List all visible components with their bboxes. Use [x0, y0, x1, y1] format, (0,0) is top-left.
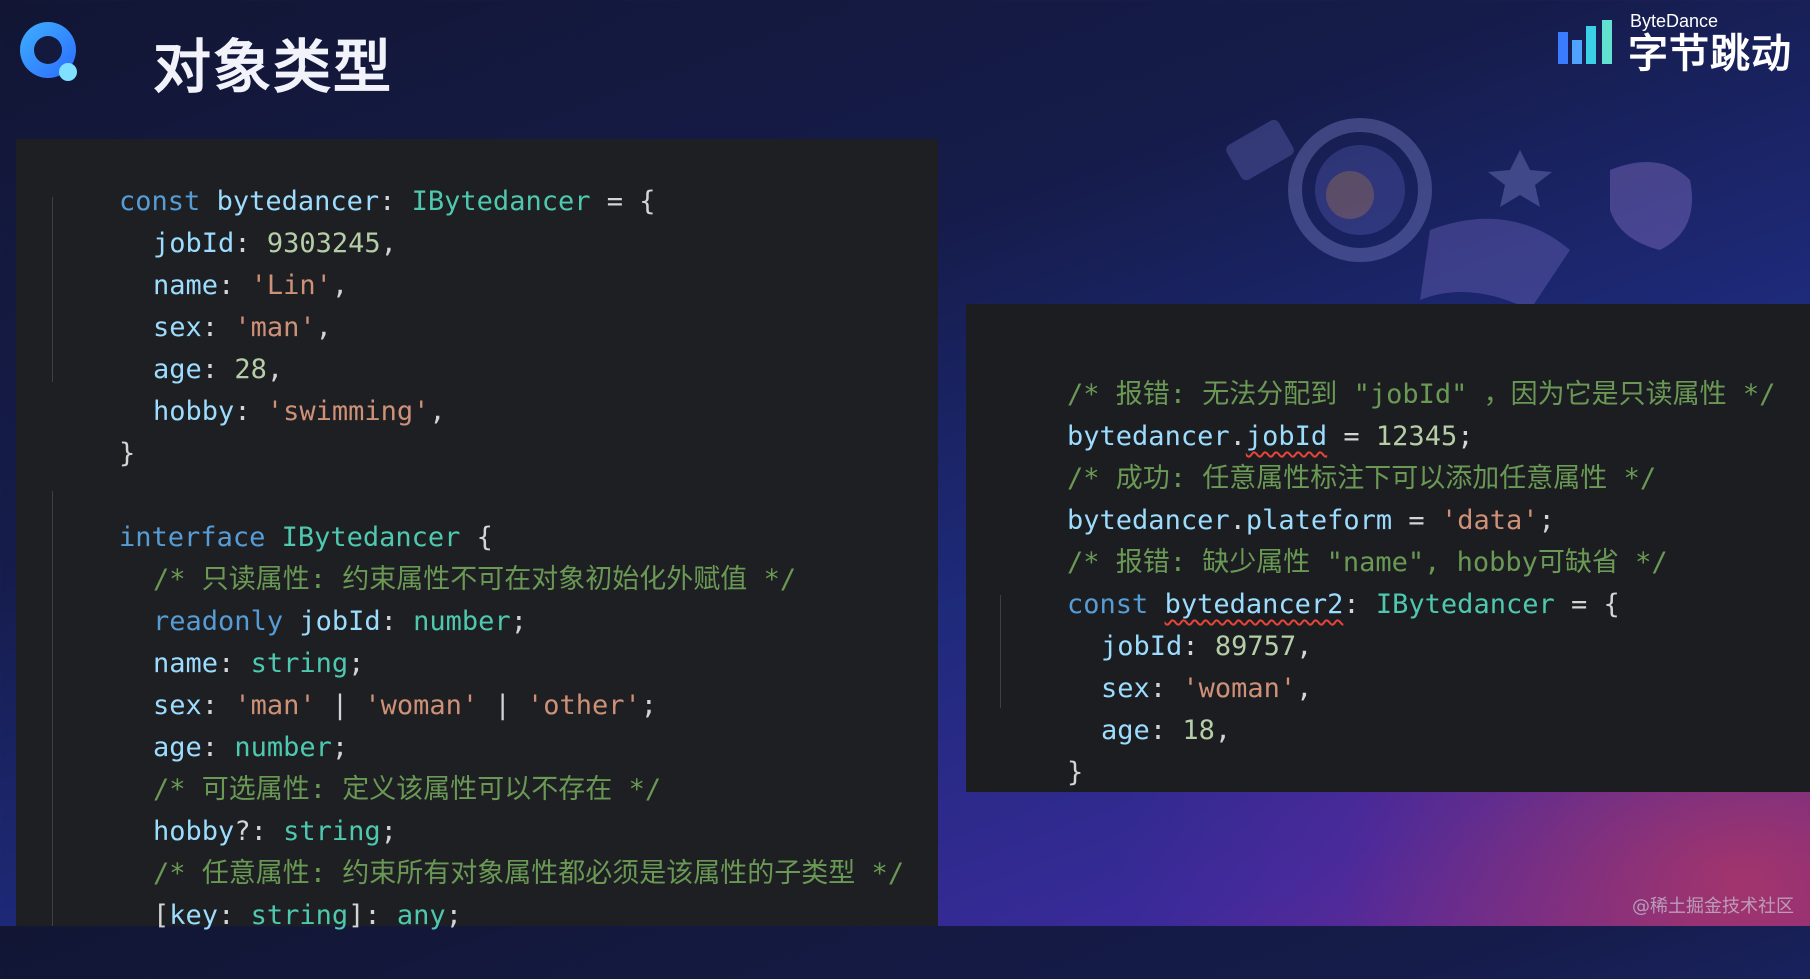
code-line: sex: 'man',	[153, 312, 332, 343]
code-line: interface IBytedancer {	[119, 522, 493, 553]
code-comment: /* 报错: 缺少属性 "name", hobby可缺省 */	[1067, 547, 1668, 578]
code-line: [key: string]: any;	[153, 900, 462, 931]
app-logo-icon	[20, 22, 77, 81]
code-line: }	[119, 438, 136, 469]
code-comment: /* 只读属性: 约束属性不可在对象初始化外赋值 */	[153, 564, 797, 595]
code-panel-object-definition: const bytedancer: IBytedancer = { jobId:…	[16, 139, 938, 931]
code-comment: /* 成功: 任意属性标注下可以添加任意属性 */	[1067, 463, 1657, 494]
bytedance-logo: ByteDance 字节跳动	[1556, 8, 1792, 78]
code-line: sex: 'woman',	[1101, 673, 1313, 704]
indent-guide	[52, 491, 53, 926]
brand-name-en: ByteDance	[1630, 11, 1719, 31]
code-line: name: 'Lin',	[153, 270, 349, 301]
code-line: age: 28,	[153, 354, 284, 385]
indent-guide	[52, 197, 53, 382]
code-comment: /* 可选属性: 定义该属性可以不存在 */	[153, 774, 662, 805]
code-line: sex: 'man' | 'woman' | 'other';	[153, 690, 658, 721]
code-line: age: number;	[153, 732, 349, 763]
brand-name-cn: 字节跳动	[1628, 31, 1792, 77]
code-panel-usage-examples: /* 报错: 无法分配到 "jobId" ，因为它是只读属性 */ byteda…	[966, 304, 1810, 792]
code-line: bytedancer.jobId = 12345;	[1067, 421, 1474, 452]
code-line: bytedancer.plateform = 'data';	[1067, 505, 1555, 536]
indent-guide	[1000, 595, 1001, 708]
watermark: @稀土掘金技术社区	[1632, 896, 1794, 917]
code-line: }	[1067, 757, 1084, 788]
code-line: const bytedancer2: IBytedancer = {	[1067, 589, 1620, 620]
code-line: jobId: 9303245,	[153, 228, 397, 259]
code-line: const bytedancer: IBytedancer = {	[119, 186, 656, 217]
code-line: hobby?: string;	[153, 816, 397, 847]
page-title: 对象类型	[153, 33, 394, 101]
bytedance-bars-icon	[1558, 20, 1612, 64]
code-line: age: 18,	[1101, 715, 1232, 746]
code-line: jobId: 89757,	[1101, 631, 1313, 662]
code-comment: /* 报错: 无法分配到 "jobId" ，因为它是只读属性 */	[1067, 379, 1776, 410]
code-line: name: string;	[153, 648, 365, 679]
code-line: readonly jobId: number;	[153, 606, 527, 637]
code-comment: /* 任意属性: 约束所有对象属性都必须是该属性的子类型 */	[153, 858, 905, 889]
code-line: hobby: 'swimming',	[153, 396, 446, 427]
